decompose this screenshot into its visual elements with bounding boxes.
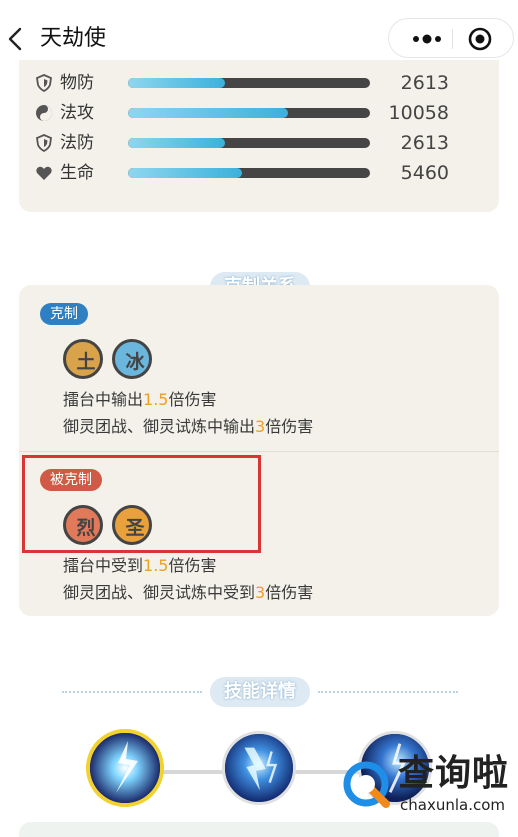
stat-value: 2613 xyxy=(400,132,449,154)
counter-card: 克制 土 冰 擂台中输出1.5倍伤害 御灵团战、御灵试炼中输出3倍伤害 被克制 … xyxy=(19,285,499,616)
skill-1-button[interactable] xyxy=(86,729,164,807)
watermark: 查询啦 chaxunla.com xyxy=(338,748,516,820)
watermark-logo-icon xyxy=(343,761,390,808)
lightning-storm-icon xyxy=(225,734,293,802)
countered-desc-arena: 擂台中受到1.5倍伤害 xyxy=(63,555,216,577)
counters-desc-team: 御灵团战、御灵试炼中输出3倍伤害 xyxy=(63,416,313,438)
counters-badge: 克制 xyxy=(40,303,88,325)
element-label: 冰 xyxy=(125,351,145,373)
stat-bar xyxy=(128,78,370,88)
shield-icon xyxy=(36,134,52,152)
heart-icon xyxy=(36,166,52,180)
watermark-text: 查询啦 xyxy=(398,753,510,794)
section-divider-left xyxy=(62,691,202,693)
stat-bar xyxy=(128,138,370,148)
section-divider-right xyxy=(318,691,458,693)
annotation-highlight-box xyxy=(22,455,261,553)
desc-text: 倍伤害 xyxy=(168,390,217,409)
stat-row-magic-defense: 法防 2613 xyxy=(19,128,499,158)
desc-text: 御灵团战、御灵试炼中受到 xyxy=(63,583,256,602)
desc-text: 擂台中受到 xyxy=(63,556,144,575)
chevron-left-icon xyxy=(8,27,22,51)
stat-row-physical-defense: 物防 2613 xyxy=(19,68,499,98)
back-button[interactable] xyxy=(6,25,26,53)
stats-card: 物防 2613 法攻 10058 法防 2613 生命 5460 xyxy=(19,60,499,212)
yin-yang-icon xyxy=(36,105,52,121)
element-label: 土 xyxy=(76,351,96,373)
section-title: 技能详情 xyxy=(210,677,310,707)
shield-icon xyxy=(36,74,52,92)
stat-label: 法防 xyxy=(60,133,94,153)
element-earth-icon[interactable]: 土 xyxy=(63,339,103,379)
stat-label: 物防 xyxy=(60,73,94,93)
element-ice-icon[interactable]: 冰 xyxy=(112,339,152,379)
desc-text: 御灵团战、御灵试炼中输出 xyxy=(63,417,256,436)
desc-text: 倍伤害 xyxy=(168,556,217,575)
counter-divider xyxy=(19,451,499,452)
capsule-divider xyxy=(452,29,453,49)
skill-detail-card-top xyxy=(19,822,499,837)
watermark-url: chaxunla.com xyxy=(400,796,505,814)
countered-desc-team: 御灵团战、御灵试炼中受到3倍伤害 xyxy=(63,582,313,604)
stat-value: 2613 xyxy=(400,72,449,94)
mini-program-capsule xyxy=(388,18,514,58)
section-header-skills: 技能详情 xyxy=(62,677,458,707)
stat-bar-fill xyxy=(128,168,242,178)
desc-multiplier: 3 xyxy=(255,417,266,436)
desc-text: 擂台中输出 xyxy=(63,390,144,409)
stat-row-health: 生命 5460 xyxy=(19,158,499,188)
stat-bar-fill xyxy=(128,138,225,148)
stat-bar-fill xyxy=(128,78,225,88)
skill-2-button[interactable] xyxy=(222,731,296,805)
stat-value: 5460 xyxy=(400,162,449,184)
desc-text: 倍伤害 xyxy=(265,583,314,602)
stat-bar xyxy=(128,168,370,178)
stat-bar-fill xyxy=(128,108,288,118)
more-button[interactable] xyxy=(407,28,447,50)
desc-multiplier: 3 xyxy=(255,583,266,602)
target-circle-icon xyxy=(468,27,492,51)
page-title: 天劫使 xyxy=(40,26,107,51)
close-button[interactable] xyxy=(467,26,493,52)
stat-label: 生命 xyxy=(60,163,94,183)
desc-multiplier: 1.5 xyxy=(143,390,169,409)
stat-row-magic-attack: 法攻 10058 xyxy=(19,98,499,128)
lightning-burst-icon xyxy=(90,733,160,803)
desc-multiplier: 1.5 xyxy=(143,556,169,575)
stat-value: 10058 xyxy=(388,102,449,124)
more-dots-icon xyxy=(413,34,441,44)
desc-text: 倍伤害 xyxy=(265,417,314,436)
stat-label: 法攻 xyxy=(60,103,94,123)
stat-bar xyxy=(128,108,370,118)
counters-desc-arena: 擂台中输出1.5倍伤害 xyxy=(63,389,216,411)
